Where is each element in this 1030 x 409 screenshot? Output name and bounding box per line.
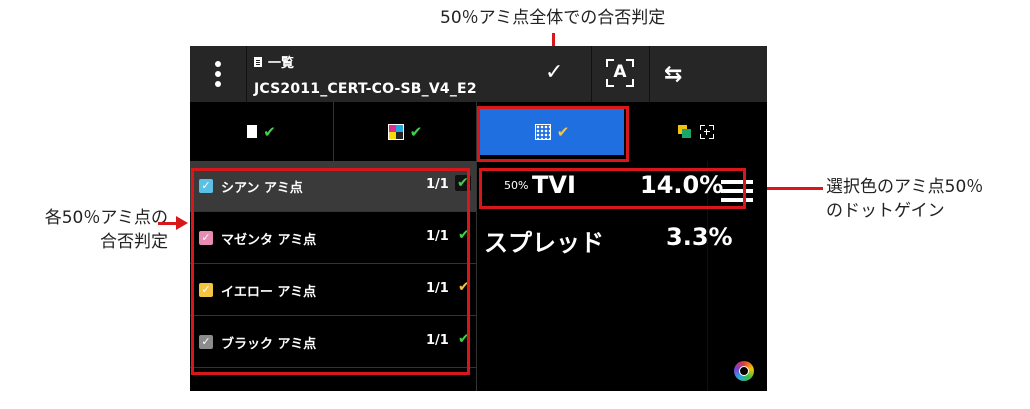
list-doc-icon xyxy=(254,56,262,67)
list-item[interactable]: ✓ マゼンタ アミ点 1/1 ✔ xyxy=(190,213,476,264)
overlap-icon xyxy=(677,124,694,139)
swap-button[interactable]: ⇆ xyxy=(649,46,708,102)
checkbox-cyan[interactable]: ✓ xyxy=(199,179,213,193)
spread-value: 3.3% xyxy=(666,223,733,251)
item-name: イエロー アミ点 xyxy=(221,285,317,300)
spread-label: スプレッド xyxy=(484,229,604,257)
tab-document-check-icon: ✔ xyxy=(263,122,276,141)
item-name: ブラック アミ点 xyxy=(221,337,317,352)
halftone-list: ✓ シアン アミ点 1/1 ✔ ✓ マゼンタ アミ点 1/1 ✔ ✓ イエロー … xyxy=(190,161,476,391)
item-name: シアン アミ点 xyxy=(221,181,303,196)
panel-divider xyxy=(476,161,477,391)
list-item[interactable]: ✓ イエロー アミ点 1/1 ✔ xyxy=(190,265,476,316)
checkbox-yellow[interactable]: ✓ xyxy=(199,283,213,297)
more-dots-icon-2 xyxy=(215,71,221,77)
item-count: 1/1 xyxy=(426,333,449,348)
swap-icon: ⇆ xyxy=(664,62,683,87)
annotation-left-line1: 各50％アミ点の xyxy=(44,208,168,228)
header-bar: 一覧 JCS2011_CERT-CO-SB_V4_E2 ✓ A ⇆ xyxy=(190,46,767,391)
tvi-metric: 50% TVI 14.0% xyxy=(480,169,767,209)
item-count: 1/1 xyxy=(426,281,449,296)
annotation-arrow-left xyxy=(752,181,823,195)
item-check-icon: ✔ xyxy=(458,227,470,243)
item-name: マゼンタ アミ点 xyxy=(221,233,317,248)
item-count: 1/1 xyxy=(426,229,449,244)
ocr-letter: A xyxy=(613,62,627,82)
annotation-left-line2: 合否判定 xyxy=(100,232,168,252)
item-check-icon: ✔ xyxy=(455,175,471,191)
list-item[interactable]: ✓ シアン アミ点 1/1 ✔ xyxy=(190,161,476,212)
tab-cmyk[interactable]: ✔ xyxy=(334,102,477,161)
tvi-value: 14.0% xyxy=(640,171,724,199)
spread-metric: スプレッド 3.3% xyxy=(480,221,767,261)
ocr-icon: A xyxy=(606,59,634,87)
more-dots-icon xyxy=(215,61,221,67)
file-name: JCS2011_CERT-CO-SB_V4_E2 xyxy=(254,81,477,97)
annotation-right-line2: のドットゲイン xyxy=(826,201,945,221)
tab-halftone-check-icon: ✔ xyxy=(556,122,570,141)
checkbox-black[interactable]: ✓ xyxy=(199,335,213,349)
item-check-icon: ✔ xyxy=(458,331,470,347)
checkbox-magenta[interactable]: ✓ xyxy=(199,231,213,245)
tvi-label: TVI xyxy=(532,171,576,199)
view-label: 一覧 xyxy=(268,56,295,71)
tab-document[interactable]: ✔ xyxy=(190,102,334,161)
item-check-icon: ✔ xyxy=(458,279,470,295)
more-dots-icon-3 xyxy=(215,81,221,87)
tab-bar: ✔ ✔ ✔ xyxy=(190,102,767,161)
header-title: 一覧 JCS2011_CERT-CO-SB_V4_E2 xyxy=(254,52,477,97)
tvi-percent: 50% xyxy=(504,179,529,192)
halftone-icon xyxy=(534,123,551,140)
list-item[interactable]: ✓ ブラック アミ点 1/1 ✔ xyxy=(190,317,476,368)
device-screen: 一覧 JCS2011_CERT-CO-SB_V4_E2 ✓ A ⇆ ✔ ✔ ✔ … xyxy=(190,46,767,391)
cmyk-icon xyxy=(387,123,404,140)
document-icon xyxy=(247,125,258,138)
confirm-check-icon[interactable]: ✓ xyxy=(545,60,563,85)
tab-cmyk-check-icon: ✔ xyxy=(409,122,423,141)
target-icon xyxy=(699,124,714,139)
item-count: 1/1 xyxy=(426,177,449,192)
annotation-right-line1: 選択色のアミ点50％ xyxy=(826,177,984,197)
tab-halftone[interactable]: ✔ xyxy=(478,102,624,161)
annotation-overall-judgement: 50％アミ点全体での合否判定 xyxy=(440,8,666,28)
ocr-button[interactable]: A xyxy=(591,46,650,102)
tab-overlap[interactable] xyxy=(624,102,767,161)
more-menu-button[interactable] xyxy=(190,46,247,102)
view-label-row: 一覧 xyxy=(254,52,477,71)
annotation-dot-gain: 選択色のアミ点50％ のドットゲイン xyxy=(826,175,983,223)
annotation-each-judgement: 各50％アミ点の 合否判定 xyxy=(8,206,168,254)
annotation-arrow-right xyxy=(158,216,188,230)
color-wheel-icon[interactable] xyxy=(734,361,754,381)
